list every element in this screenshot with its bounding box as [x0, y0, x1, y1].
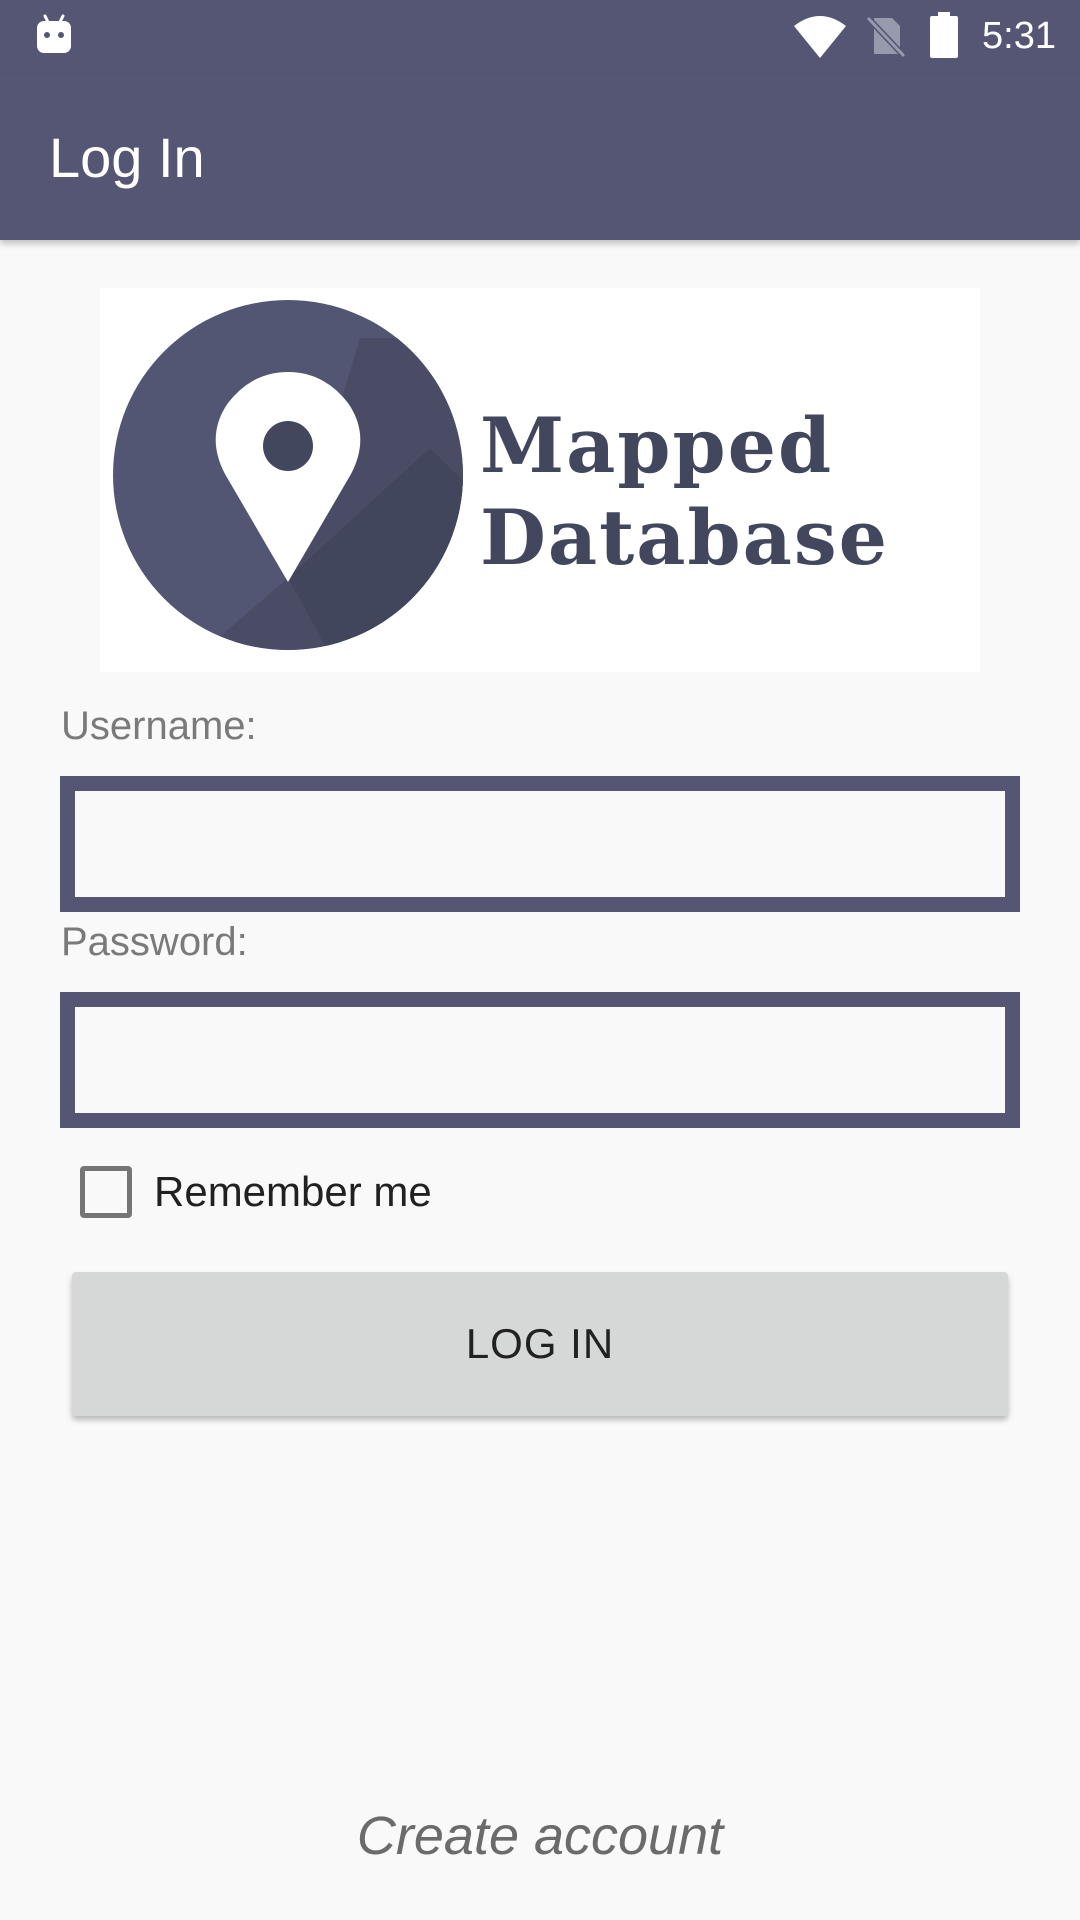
no-sim-icon: [866, 15, 906, 58]
wifi-icon: [794, 16, 846, 58]
page-title: Log In: [49, 126, 205, 189]
logo-line-1: Mapped: [480, 401, 834, 490]
username-label: Username:: [61, 704, 257, 748]
logo-line-2: Database: [480, 493, 890, 582]
app-logo: Mapped Database: [100, 288, 980, 672]
logo-text: Mapped Database: [480, 400, 889, 584]
app-bar: Log In: [0, 74, 1080, 240]
login-button-label: LOG IN: [465, 1320, 615, 1367]
remember-me-label: Remember me: [154, 1168, 432, 1215]
password-label: Password:: [61, 920, 248, 964]
create-account-link[interactable]: Create account: [0, 1804, 1080, 1868]
status-clock: 5:31: [982, 15, 1056, 57]
remember-me-row[interactable]: Remember me: [80, 1164, 432, 1220]
login-button[interactable]: LOG IN: [72, 1272, 1008, 1416]
android-debug-icon: [37, 14, 71, 53]
remember-me-checkbox[interactable]: [80, 1166, 132, 1218]
username-input[interactable]: [60, 776, 1020, 912]
battery-icon: [930, 12, 958, 58]
password-input[interactable]: [60, 992, 1020, 1128]
status-bar: 5:31: [0, 0, 1080, 74]
